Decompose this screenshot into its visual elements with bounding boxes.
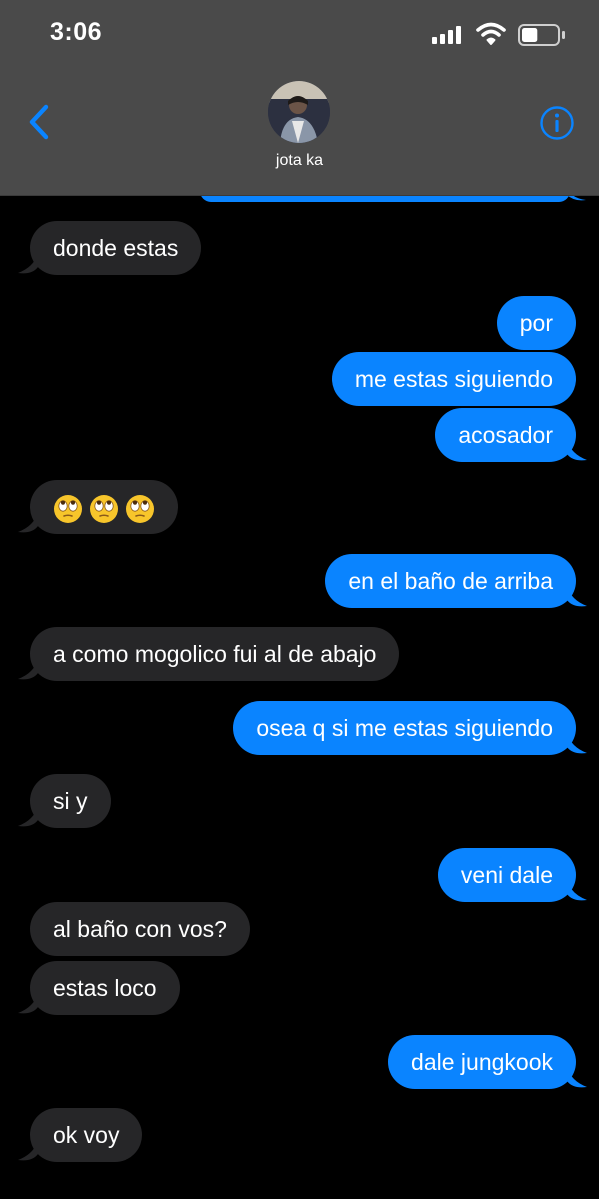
outgoing-message-bubble[interactable]: veni dale <box>437 848 576 902</box>
message-text: acosador <box>458 422 553 448</box>
message-text: por <box>519 310 553 336</box>
bubble-tail <box>567 586 587 607</box>
info-icon[interactable] <box>539 105 575 141</box>
incoming-message-bubble[interactable] <box>30 480 178 534</box>
message-text: ok voy <box>53 1122 120 1148</box>
back-chevron-icon[interactable] <box>22 102 56 142</box>
cellular-signal-icon <box>432 26 464 44</box>
battery-icon <box>518 24 565 46</box>
bubble-tail <box>567 1067 587 1088</box>
bubble-tail <box>567 733 587 754</box>
bubble-tail <box>18 806 38 827</box>
bubble-tail <box>567 440 587 461</box>
contact-photo-icon <box>268 81 330 143</box>
message-text: me estas siguiendo <box>354 366 553 392</box>
message-text: a como mogolico fui al de abajo <box>53 641 377 667</box>
bubble-tail <box>567 880 587 901</box>
bubble-tail <box>18 253 38 274</box>
message-text: donde estas <box>53 235 179 261</box>
message-text: estas loco <box>53 975 157 1001</box>
outgoing-message-bubble[interactable]: acosador <box>435 408 576 462</box>
incoming-message-bubble[interactable]: estas loco <box>30 961 180 1015</box>
message-text: si y <box>53 788 88 814</box>
incoming-message-bubble[interactable]: donde estas <box>30 221 202 275</box>
incoming-message-bubble[interactable]: a como mogolico fui al de abajo <box>30 627 400 681</box>
bubble-tail <box>18 993 38 1014</box>
contact-name[interactable]: jota ka <box>0 152 599 170</box>
outgoing-message-bubble[interactable]: me estas siguiendo <box>331 352 576 406</box>
message-text: al baño con vos? <box>53 916 227 942</box>
rolling-eyes-emoji-icon <box>54 494 82 523</box>
wifi-icon <box>476 22 506 45</box>
message-text: osea q si me estas siguiendo <box>256 715 553 741</box>
status-time: 3:06 <box>50 18 103 46</box>
bubble-tail <box>18 512 38 533</box>
conversation-header: 3:06 jota ka <box>0 0 599 196</box>
incoming-message-bubble[interactable]: si y <box>30 774 111 828</box>
rolling-eyes-emoji-icon <box>126 494 154 523</box>
outgoing-message-bubble[interactable]: por <box>496 296 576 350</box>
bubble-tail <box>18 659 38 680</box>
incoming-message-bubble[interactable]: ok voy <box>30 1108 143 1162</box>
bubble-tail <box>18 1140 38 1161</box>
contact-avatar[interactable] <box>268 81 330 143</box>
incoming-message-bubble[interactable]: al baño con vos? <box>30 902 250 956</box>
message-text: veni dale <box>460 862 553 888</box>
outgoing-message-bubble[interactable]: dale jungkook <box>388 1035 576 1089</box>
outgoing-message-bubble[interactable]: osea q si me estas siguiendo <box>233 701 576 755</box>
rolling-eyes-emoji-icon <box>90 494 118 523</box>
outgoing-message-bubble[interactable]: en el baño de arriba <box>325 554 576 608</box>
message-text: en el baño de arriba <box>348 568 553 594</box>
message-text: dale jungkook <box>411 1049 553 1075</box>
